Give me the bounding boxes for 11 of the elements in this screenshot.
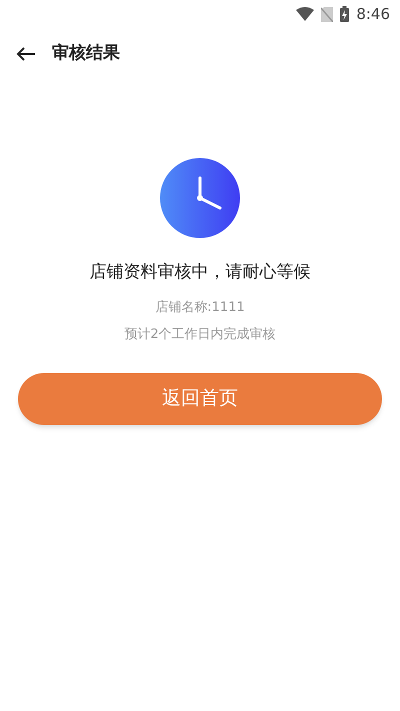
review-estimate: 预计2个工作日内完成审核 bbox=[124, 326, 276, 344]
status-message: 店铺资料审核中，请耐心等候 bbox=[90, 261, 310, 284]
battery-charging-icon bbox=[340, 6, 350, 22]
clock-icon bbox=[160, 158, 240, 238]
back-arrow-icon[interactable] bbox=[16, 46, 36, 62]
wifi-icon bbox=[296, 7, 314, 21]
shop-name: 店铺名称:1111 bbox=[155, 298, 245, 316]
no-sim-icon bbox=[321, 6, 334, 22]
status-time: 8:46 bbox=[356, 4, 390, 25]
home-button[interactable]: 返回首页 bbox=[18, 372, 382, 424]
page-title: 审核结果 bbox=[52, 42, 120, 66]
